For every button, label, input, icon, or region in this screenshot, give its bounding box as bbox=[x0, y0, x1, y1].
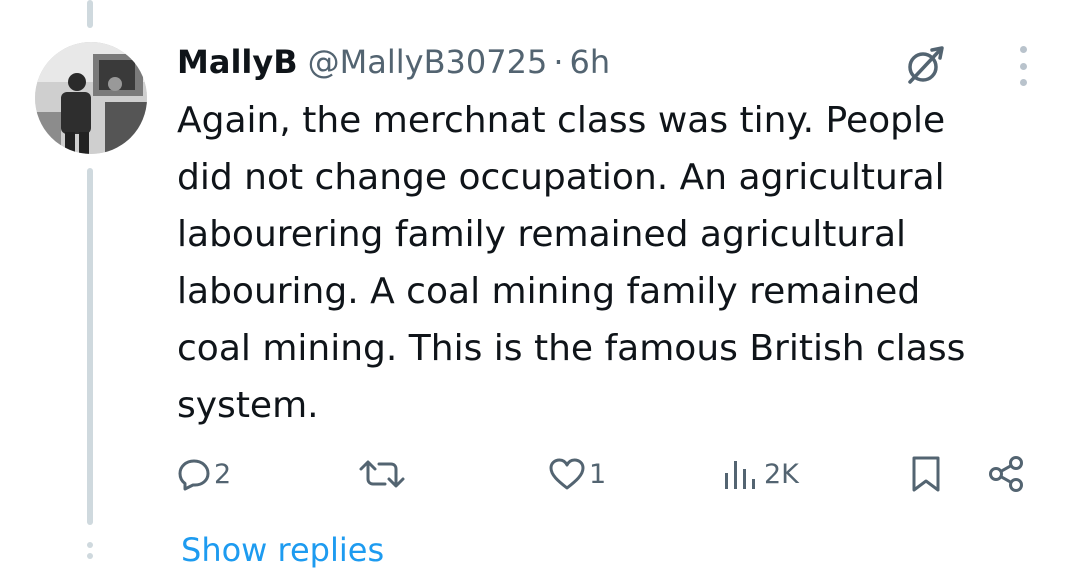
reply-icon bbox=[178, 459, 210, 491]
timestamp[interactable]: 6h bbox=[569, 40, 610, 84]
tweet-header: MallyB @MallyB30725 · 6h bbox=[177, 40, 610, 84]
views-count: 2K bbox=[764, 458, 799, 490]
bookmark-button[interactable] bbox=[908, 452, 944, 496]
thread-line-top bbox=[87, 0, 93, 28]
show-replies-link[interactable]: Show replies bbox=[181, 530, 384, 570]
like-button[interactable]: 1 bbox=[548, 452, 606, 496]
share-icon bbox=[989, 456, 1023, 492]
avatar[interactable] bbox=[35, 42, 147, 154]
grok-icon[interactable] bbox=[902, 42, 948, 88]
share-button[interactable] bbox=[986, 452, 1026, 496]
views-icon bbox=[725, 461, 755, 489]
bookmark-icon bbox=[912, 456, 940, 492]
tweet-text: Again, the merchnat class was tiny. Peop… bbox=[177, 100, 966, 426]
display-name[interactable]: MallyB bbox=[177, 40, 298, 84]
reply-count: 2 bbox=[214, 458, 232, 490]
like-count: 1 bbox=[589, 458, 607, 490]
more-vertical-icon[interactable] bbox=[1011, 46, 1035, 86]
retweet-button[interactable] bbox=[357, 452, 410, 496]
heart-icon bbox=[549, 458, 585, 490]
user-handle[interactable]: @MallyB30725 bbox=[308, 40, 548, 84]
views-button[interactable]: 2K bbox=[721, 452, 799, 496]
thread-line-bottom bbox=[87, 168, 93, 525]
reply-button[interactable]: 2 bbox=[177, 452, 231, 496]
separator-dot: · bbox=[553, 43, 564, 81]
thread-dots bbox=[86, 542, 94, 559]
retweet-icon bbox=[359, 460, 405, 488]
